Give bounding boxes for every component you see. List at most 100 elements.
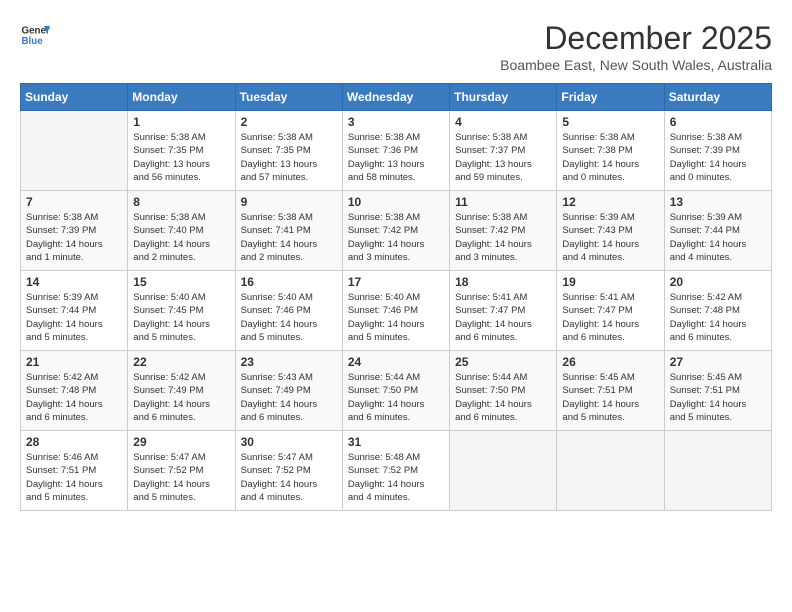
day-number: 16 [241,275,337,289]
day-number: 12 [562,195,658,209]
cell-content: Sunrise: 5:44 AM Sunset: 7:50 PM Dayligh… [455,371,551,424]
cell-content: Sunrise: 5:47 AM Sunset: 7:52 PM Dayligh… [241,451,337,504]
cell-content: Sunrise: 5:42 AM Sunset: 7:48 PM Dayligh… [26,371,122,424]
logo-icon: General Blue [20,20,50,50]
day-number: 18 [455,275,551,289]
cell-content: Sunrise: 5:38 AM Sunset: 7:35 PM Dayligh… [241,131,337,184]
calendar-cell: 6 Sunrise: 5:38 AM Sunset: 7:39 PM Daylig… [664,111,771,191]
calendar-cell: 18Sunrise: 5:41 AM Sunset: 7:47 PM Dayli… [450,271,557,351]
day-number: 8 [133,195,229,209]
calendar-cell: 26 Sunrise: 5:45 AM Sunset: 7:51 PM Dayli… [557,351,664,431]
day-number: 19 [562,275,658,289]
calendar-cell: 1 Sunrise: 5:38 AM Sunset: 7:35 PM Daylig… [128,111,235,191]
cell-content: Sunrise: 5:48 AM Sunset: 7:52 PM Dayligh… [348,451,444,504]
calendar-cell: 12 Sunrise: 5:39 AM Sunset: 7:43 PM Dayli… [557,191,664,271]
day-number: 30 [241,435,337,449]
calendar-cell: 7 Sunrise: 5:38 AM Sunset: 7:39 PM Daylig… [21,191,128,271]
day-number: 5 [562,115,658,129]
cell-content: Sunrise: 5:41 AM Sunset: 7:47 PM Dayligh… [562,291,658,344]
day-number: 25 [455,355,551,369]
day-number: 26 [562,355,658,369]
header: General Blue December 2025 Boambee East,… [20,20,772,73]
day-number: 17 [348,275,444,289]
calendar-cell: 14 Sunrise: 5:39 AM Sunset: 7:44 PM Dayli… [21,271,128,351]
cell-content: Sunrise: 5:39 AM Sunset: 7:43 PM Dayligh… [562,211,658,264]
day-number: 10 [348,195,444,209]
cell-content: Sunrise: 5:38 AM Sunset: 7:37 PM Dayligh… [455,131,551,184]
day-header-thursday: Thursday [450,84,557,111]
day-number: 6 [670,115,766,129]
calendar-cell: 29 Sunrise: 5:47 AM Sunset: 7:52 PM Dayli… [128,431,235,511]
calendar-cell: 19 Sunrise: 5:41 AM Sunset: 7:47 PM Dayli… [557,271,664,351]
cell-content: Sunrise: 5:38 AM Sunset: 7:40 PM Dayligh… [133,211,229,264]
day-number: 23 [241,355,337,369]
day-number: 7 [26,195,122,209]
cell-content: Sunrise: 5:46 AM Sunset: 7:51 PM Dayligh… [26,451,122,504]
cell-content: Sunrise: 5:40 AM Sunset: 7:46 PM Dayligh… [348,291,444,344]
month-title: December 2025 [500,20,772,57]
week-row-5: 28 Sunrise: 5:46 AM Sunset: 7:51 PM Dayli… [21,431,772,511]
week-row-1: 1 Sunrise: 5:38 AM Sunset: 7:35 PM Daylig… [21,111,772,191]
day-header-wednesday: Wednesday [342,84,449,111]
calendar-cell: 24 Sunrise: 5:44 AM Sunset: 7:50 PM Dayli… [342,351,449,431]
day-header-saturday: Saturday [664,84,771,111]
day-number: 3 [348,115,444,129]
calendar-cell: 11Sunrise: 5:38 AM Sunset: 7:42 PM Dayli… [450,191,557,271]
day-number: 14 [26,275,122,289]
calendar-cell: 30 Sunrise: 5:47 AM Sunset: 7:52 PM Dayli… [235,431,342,511]
calendar-cell: 9Sunrise: 5:38 AM Sunset: 7:41 PM Daylig… [235,191,342,271]
day-number: 24 [348,355,444,369]
day-number: 4 [455,115,551,129]
day-number: 21 [26,355,122,369]
title-area: December 2025 Boambee East, New South Wa… [500,20,772,73]
week-row-2: 7 Sunrise: 5:38 AM Sunset: 7:39 PM Daylig… [21,191,772,271]
day-number: 28 [26,435,122,449]
day-header-friday: Friday [557,84,664,111]
calendar-cell [21,111,128,191]
days-header-row: SundayMondayTuesdayWednesdayThursdayFrid… [21,84,772,111]
cell-content: Sunrise: 5:38 AM Sunset: 7:36 PM Dayligh… [348,131,444,184]
week-row-3: 14 Sunrise: 5:39 AM Sunset: 7:44 PM Dayli… [21,271,772,351]
calendar-table: SundayMondayTuesdayWednesdayThursdayFrid… [20,83,772,511]
cell-content: Sunrise: 5:38 AM Sunset: 7:42 PM Dayligh… [348,211,444,264]
day-header-monday: Monday [128,84,235,111]
cell-content: Sunrise: 5:42 AM Sunset: 7:48 PM Dayligh… [670,291,766,344]
day-number: 15 [133,275,229,289]
cell-content: Sunrise: 5:38 AM Sunset: 7:38 PM Dayligh… [562,131,658,184]
calendar-cell: 21 Sunrise: 5:42 AM Sunset: 7:48 PM Dayli… [21,351,128,431]
calendar-cell: 17 Sunrise: 5:40 AM Sunset: 7:46 PM Dayli… [342,271,449,351]
location-subtitle: Boambee East, New South Wales, Australia [500,57,772,73]
cell-content: Sunrise: 5:43 AM Sunset: 7:49 PM Dayligh… [241,371,337,424]
cell-content: Sunrise: 5:44 AM Sunset: 7:50 PM Dayligh… [348,371,444,424]
svg-text:Blue: Blue [22,36,44,47]
calendar-cell: 2 Sunrise: 5:38 AM Sunset: 7:35 PM Daylig… [235,111,342,191]
calendar-cell [664,431,771,511]
cell-content: Sunrise: 5:38 AM Sunset: 7:35 PM Dayligh… [133,131,229,184]
day-number: 31 [348,435,444,449]
cell-content: Sunrise: 5:47 AM Sunset: 7:52 PM Dayligh… [133,451,229,504]
cell-content: Sunrise: 5:39 AM Sunset: 7:44 PM Dayligh… [26,291,122,344]
day-number: 13 [670,195,766,209]
cell-content: Sunrise: 5:40 AM Sunset: 7:46 PM Dayligh… [241,291,337,344]
day-number: 22 [133,355,229,369]
day-number: 29 [133,435,229,449]
day-number: 20 [670,275,766,289]
day-header-sunday: Sunday [21,84,128,111]
cell-content: Sunrise: 5:38 AM Sunset: 7:42 PM Dayligh… [455,211,551,264]
calendar-cell: 4 Sunrise: 5:38 AM Sunset: 7:37 PM Daylig… [450,111,557,191]
calendar-cell [450,431,557,511]
cell-content: Sunrise: 5:39 AM Sunset: 7:44 PM Dayligh… [670,211,766,264]
cell-content: Sunrise: 5:45 AM Sunset: 7:51 PM Dayligh… [670,371,766,424]
calendar-cell: 31 Sunrise: 5:48 AM Sunset: 7:52 PM Dayli… [342,431,449,511]
calendar-cell: 22Sunrise: 5:42 AM Sunset: 7:49 PM Dayli… [128,351,235,431]
cell-content: Sunrise: 5:38 AM Sunset: 7:39 PM Dayligh… [670,131,766,184]
week-row-4: 21 Sunrise: 5:42 AM Sunset: 7:48 PM Dayli… [21,351,772,431]
cell-content: Sunrise: 5:45 AM Sunset: 7:51 PM Dayligh… [562,371,658,424]
day-number: 1 [133,115,229,129]
cell-content: Sunrise: 5:38 AM Sunset: 7:39 PM Dayligh… [26,211,122,264]
day-header-tuesday: Tuesday [235,84,342,111]
calendar-cell: 23 Sunrise: 5:43 AM Sunset: 7:49 PM Dayli… [235,351,342,431]
logo: General Blue [20,20,50,50]
day-number: 2 [241,115,337,129]
calendar-cell: 13 Sunrise: 5:39 AM Sunset: 7:44 PM Dayli… [664,191,771,271]
